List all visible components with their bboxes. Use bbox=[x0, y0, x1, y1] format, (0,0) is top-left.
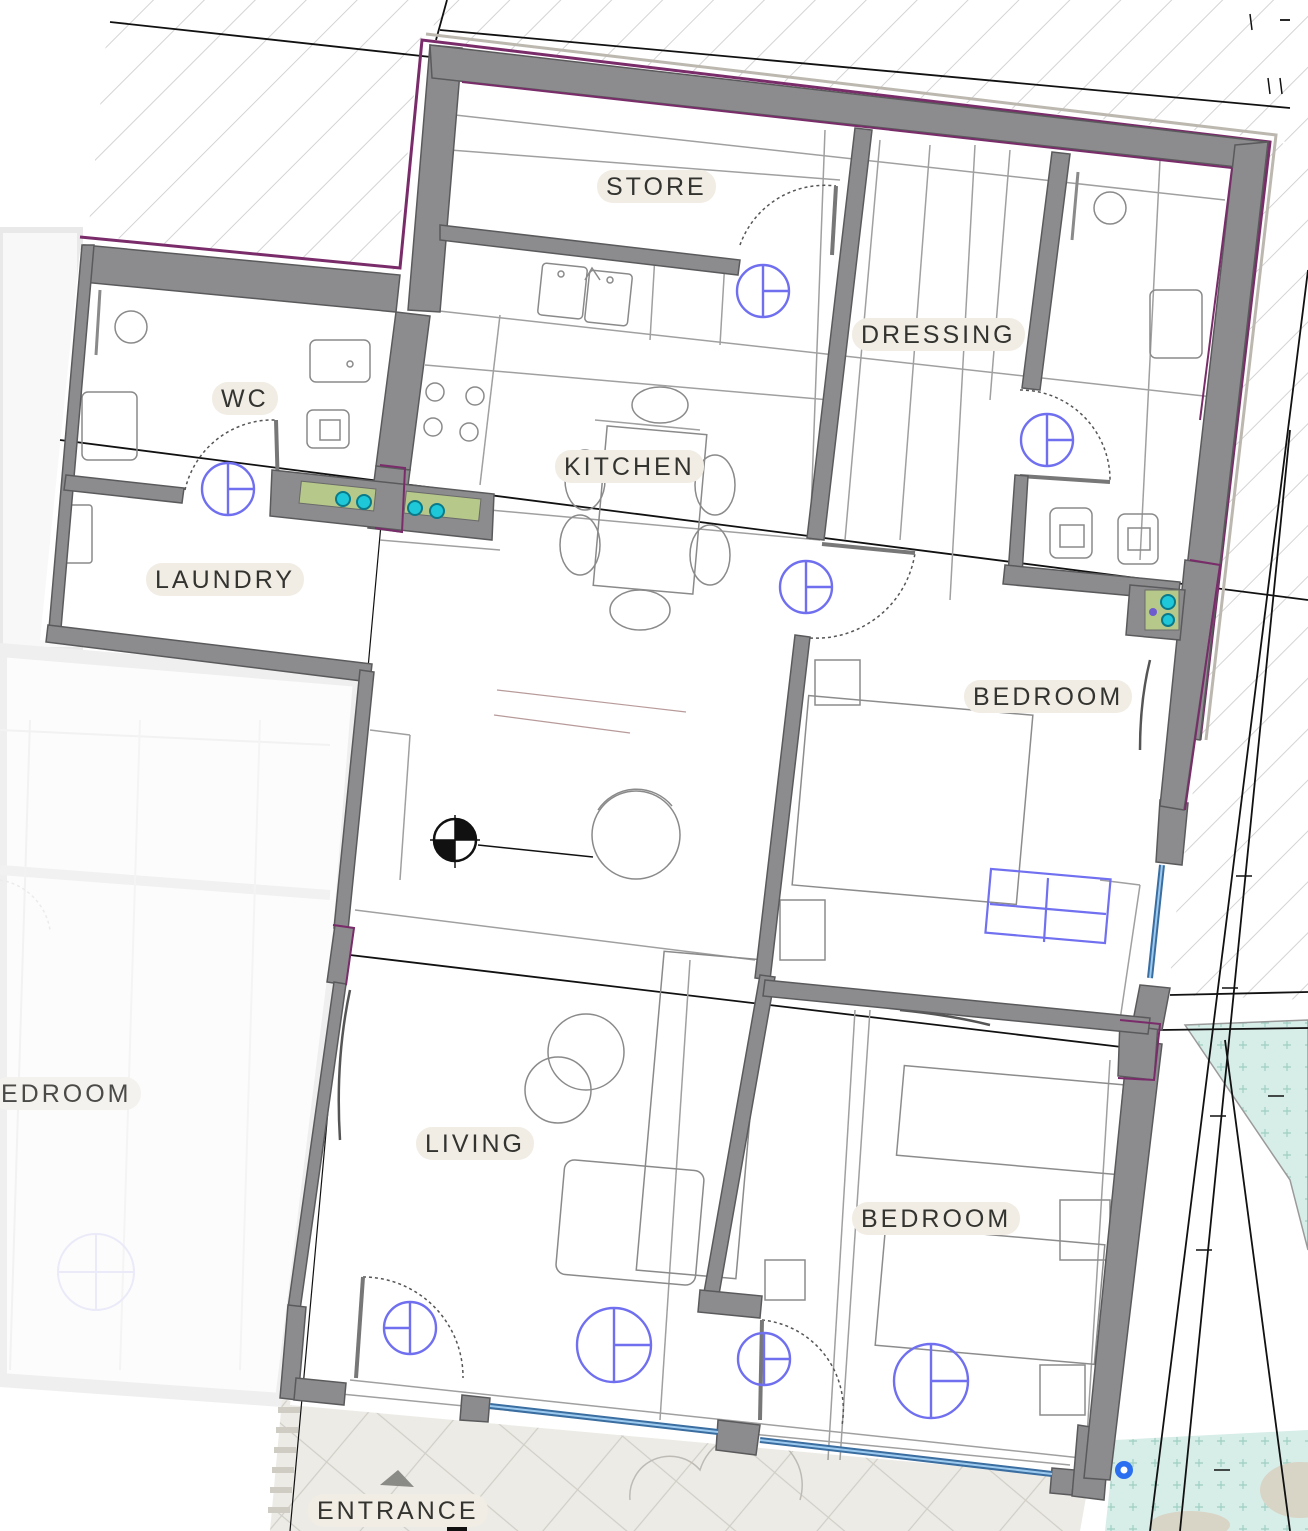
room-label-living: LIVING bbox=[416, 1127, 534, 1160]
room-label-entrance: ENTRANCE bbox=[308, 1494, 488, 1527]
room-label-laundry: LAUNDRY bbox=[146, 563, 305, 596]
room-label-dressing: DRESSING bbox=[852, 318, 1025, 351]
room-label-kitchen: KITCHEN bbox=[555, 450, 704, 483]
room-label-bedroom-2: BEDROOM bbox=[852, 1202, 1021, 1235]
location-pin-icon bbox=[1115, 1461, 1133, 1479]
room-label-store: STORE bbox=[597, 170, 716, 203]
room-label-wc: WC bbox=[212, 382, 278, 415]
room-label-bedroom-1: BEDROOM bbox=[964, 680, 1133, 713]
floor-plan-canvas bbox=[0, 0, 1308, 1531]
room-label-neighbour-bedroom: EDROOM bbox=[0, 1077, 141, 1110]
